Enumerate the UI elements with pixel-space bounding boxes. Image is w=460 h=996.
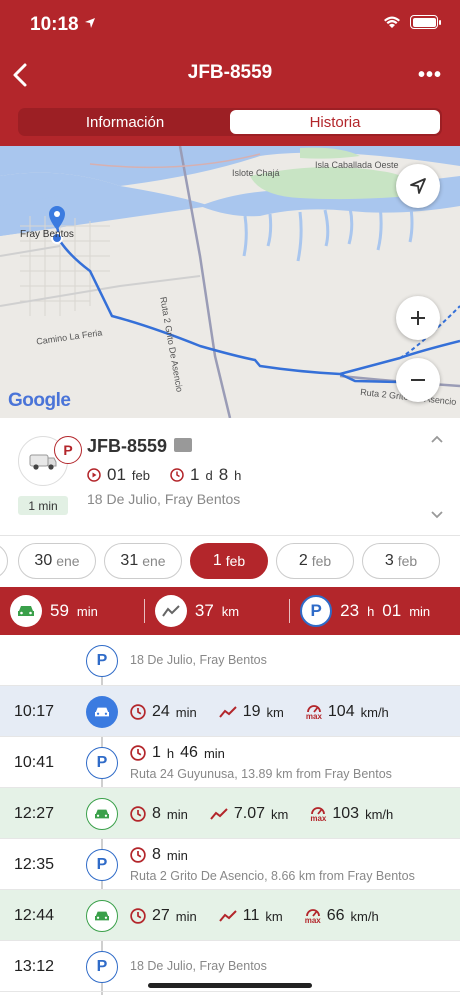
map-view[interactable]: Fray Bentos Isla Caballada Oeste Islote … — [0, 146, 460, 418]
page-title: JFB-8559 — [187, 62, 273, 83]
map-label-islote: Islote Chajá — [232, 168, 280, 178]
chevron-down-icon[interactable] — [430, 510, 444, 520]
duration-hours-unit: h — [234, 467, 242, 483]
distance-trend-icon — [218, 706, 237, 718]
clock-icon — [130, 806, 146, 822]
navigation-arrow-icon — [410, 178, 426, 194]
parking-icon: P — [310, 601, 322, 620]
max-speed-icon: max — [310, 805, 326, 823]
summary-divider — [289, 599, 291, 623]
car-icon — [18, 606, 34, 616]
timeline-row-park[interactable]: P 18 De Julio, Fray Bentos — [0, 635, 460, 686]
location-arrow-icon — [85, 18, 95, 28]
row-time: 10:17 — [14, 703, 55, 720]
drive-duration: 24 — [152, 703, 170, 720]
car-icon — [86, 900, 118, 932]
trip-timeline: P 18 De Julio, Fray Bentos 10:17 24 min 1… — [0, 635, 460, 996]
vehicle-address: 18 De Julio, Fray Bentos — [87, 491, 241, 507]
parking-icon: P — [86, 645, 118, 677]
max-speed-icon: max — [306, 703, 322, 721]
timeline-row-drive[interactable]: 12:44 27 min 11 km max 66 km/h — [0, 890, 460, 941]
google-logo: Google — [8, 390, 71, 411]
duration-days: 1 — [190, 465, 200, 484]
map-label-isla: Isla Caballada Oeste — [315, 160, 399, 170]
chevron-up-icon[interactable] — [430, 434, 444, 444]
timeline-row-drive[interactable]: 10:17 24 min 19 km max 104 km/h — [0, 686, 460, 737]
timeline-row-drive[interactable]: 12:27 8 min 7.07 km max 103 km/h — [0, 788, 460, 839]
status-date-month: feb — [131, 467, 150, 483]
parking-icon: P — [86, 849, 118, 881]
clock-icon — [130, 847, 146, 863]
date-selector[interactable]: 30 ene 31 ene 1 feb 2 feb 3 feb — [0, 537, 460, 585]
row-address: Ruta 2 Grito De Asencio, 8.66 km from Fr… — [130, 869, 415, 883]
parking-icon: P — [86, 951, 118, 983]
minus-icon — [411, 379, 425, 381]
row-time: 12:35 — [14, 856, 55, 873]
timeline-row-park[interactable]: 12:35 P 8 min Ruta 2 Grito De Asencio, 8.… — [0, 839, 460, 890]
clock-icon — [170, 468, 184, 482]
clock-icon — [130, 908, 146, 924]
plus-icon — [411, 311, 425, 325]
drive-distance: 19 — [242, 703, 261, 720]
date-pill-prev-partial[interactable] — [0, 543, 8, 579]
row-time: 12:44 — [14, 907, 55, 924]
summary-distance: 37 km — [154, 595, 239, 627]
status-date-day: 01 — [107, 465, 126, 484]
row-time: 13:12 — [14, 958, 55, 975]
vehicle-name: JFB-8559 — [87, 436, 168, 456]
clock-icon — [130, 704, 146, 720]
map-canvas[interactable] — [0, 146, 460, 418]
zoom-in-button[interactable] — [396, 296, 440, 340]
car-icon — [86, 696, 118, 728]
date-pill[interactable]: 30 ene — [18, 543, 96, 579]
parking-icon: P — [86, 747, 118, 779]
max-speed: 104 — [327, 703, 355, 720]
more-options-button[interactable]: ••• — [418, 64, 442, 87]
summary-park-time: P 23 h 01 min — [300, 595, 430, 627]
status-badge: P — [54, 436, 82, 464]
route-trend-icon — [162, 605, 180, 617]
timeline-row-park[interactable]: 10:41 P 1h 46 min Ruta 24 Guyunusa, 13.89… — [0, 737, 460, 788]
clock-icon — [130, 745, 146, 761]
segmented-tabs: Información Historia — [18, 108, 442, 136]
battery-icon — [410, 15, 441, 29]
date-pill[interactable]: 2 feb — [276, 543, 354, 579]
row-time: 12:27 — [14, 805, 55, 822]
row-address: 18 De Julio, Fray Bentos — [130, 959, 267, 973]
app-header: 10:18 JFB-8559 ••• Información Historia — [0, 0, 460, 146]
locate-button[interactable] — [396, 164, 440, 208]
key-icon — [174, 438, 192, 452]
row-time: 10:41 — [14, 754, 55, 771]
vehicle-meta: 01 feb 1d 8h — [87, 465, 241, 485]
duration-hours: 8 — [218, 465, 229, 484]
play-circle-icon — [87, 468, 101, 482]
date-pill-selected[interactable]: 1 feb — [190, 543, 268, 579]
car-icon — [86, 798, 118, 830]
map-label-city: Fray Bentos — [20, 229, 74, 240]
row-address: Ruta 24 Guyunusa, 13.89 km from Fray Ben… — [130, 767, 392, 781]
max-speed-icon: max — [305, 907, 321, 925]
summary-divider — [143, 599, 145, 623]
summary-drive-time: 59 min — [10, 595, 98, 627]
row-address: 18 De Julio, Fray Bentos — [130, 653, 267, 667]
status-time: 10:18 — [30, 14, 79, 35]
zoom-out-button[interactable] — [396, 358, 440, 402]
tab-historia[interactable]: Historia — [230, 110, 440, 134]
status-indicators — [382, 15, 441, 29]
distance-trend-icon — [218, 910, 237, 922]
tab-informacion[interactable]: Información — [20, 110, 230, 134]
wifi-icon — [384, 16, 400, 28]
distance-trend-icon — [210, 808, 228, 820]
last-update-chip: 1 min — [18, 496, 68, 515]
day-summary-bar: 59 min 37 km P 23 h 01 min — [0, 587, 460, 635]
date-pill[interactable]: 3 feb — [362, 543, 440, 579]
vehicle-summary[interactable]: P 1 min JFB-8559 01 feb 1d 8h 18 De Julio… — [0, 418, 460, 536]
duration-days-unit: d — [205, 467, 213, 483]
home-indicator[interactable] — [148, 983, 312, 988]
date-pill[interactable]: 31 ene — [104, 543, 182, 579]
